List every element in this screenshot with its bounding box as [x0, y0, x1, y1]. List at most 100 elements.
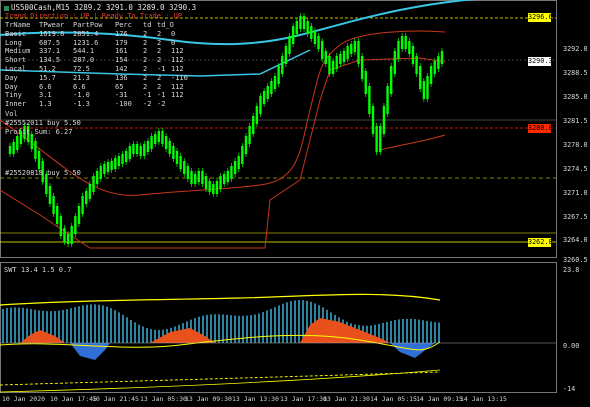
stats-cell: 2	[157, 82, 162, 91]
price-tag-high: 3296.6	[528, 13, 553, 22]
candle-body	[252, 116, 255, 134]
candle-body	[34, 141, 37, 159]
candle-body	[328, 56, 331, 74]
stats-header: Perc	[115, 21, 132, 29]
stats-cell: 134.5	[39, 56, 61, 65]
candle-body	[157, 131, 161, 142]
candle-body	[190, 171, 193, 184]
stats-row: Day 15.7 21.3 136 2 2 -110	[5, 74, 191, 83]
stats-header-row: TrName TPwear PartPow Perc td td_O	[5, 21, 191, 30]
candle-body	[353, 41, 357, 52]
time-axis-tick: 14 Jan 13:15	[460, 395, 507, 403]
order-label-1[interactable]: #25552011 buy 5.50	[5, 119, 81, 128]
candle-body	[324, 51, 328, 64]
candle-body	[48, 186, 52, 204]
candle-body	[310, 26, 313, 39]
candle-body	[248, 126, 251, 144]
time-axis-tick: 13 Jan 09:30	[185, 395, 232, 403]
candle-body	[364, 71, 367, 94]
candle-body	[368, 86, 371, 114]
profit-sum-label: Profit_Sum: 6.27	[5, 128, 73, 136]
price-axis-tick: 3267.5	[563, 213, 588, 221]
stats-cell: Inner	[5, 100, 27, 109]
time-axis-tick: 13 Jan 21:30	[323, 395, 370, 403]
price-axis-tick: 3274.5	[563, 165, 588, 173]
indicator-dashed-line	[0, 371, 441, 386]
stats-row: Local 51.2 72.5 142 2 -1 112	[5, 65, 191, 74]
candle-body	[237, 156, 240, 169]
stats-cell: 2	[157, 47, 162, 56]
time-axis-tick: 10 Jan 17:45	[50, 395, 97, 403]
candle-body	[121, 154, 124, 164]
candle-body	[259, 96, 262, 114]
candle-body	[288, 36, 291, 54]
indicator-yellow-line	[0, 293, 441, 306]
stats-row: Medium 337.1 544.1 161 2 2 112	[5, 47, 191, 56]
stats-cell: -31	[115, 91, 128, 100]
stats-row: Basic 1619.8 2851.4 176 2 2 0	[5, 30, 191, 39]
stats-cell: Local	[5, 64, 27, 73]
candle-body	[277, 66, 280, 84]
indicator-title: SWT 13.4 1.5 0.7	[4, 266, 72, 274]
stats-cell: -2	[157, 100, 166, 109]
candle-body	[379, 126, 382, 152]
candle-body	[339, 54, 342, 64]
stats-row: Long 687.5 1231.6 179 2 2 0	[5, 39, 191, 48]
stats-table: TrName TPwear PartPow Perc td td_O Basic…	[5, 21, 191, 109]
stats-cell: 142	[115, 64, 128, 73]
price-tag-red: 3280.0	[528, 124, 553, 133]
candle-body	[346, 46, 349, 59]
stats-cell: 2	[157, 38, 162, 47]
price-axis-tick: 3285.0	[563, 93, 588, 101]
time-axis-tick: 13 Jan 13:30	[232, 395, 279, 403]
candle-body	[281, 56, 284, 74]
candle-body	[335, 56, 338, 69]
candle-body	[321, 41, 324, 59]
candle-body	[179, 156, 182, 169]
candle-body	[226, 171, 230, 182]
stats-cell: Short	[5, 56, 27, 65]
candle-body	[331, 61, 335, 74]
stats-cell: 2	[143, 56, 148, 65]
candle-body	[85, 191, 88, 204]
stats-cell: 1619.8	[39, 29, 65, 38]
stats-header: TrName	[5, 21, 31, 29]
candle-body	[132, 144, 135, 154]
symbol-line: US500Cash,M15 3289.2 3291.0 3289.0 3290.…	[11, 3, 197, 12]
stats-cell: 21.3	[73, 73, 90, 82]
candle-body	[63, 228, 66, 242]
candle-body	[117, 156, 121, 166]
stats-cell: 2	[157, 73, 162, 82]
candle-body	[172, 146, 175, 159]
candle-body	[55, 206, 59, 224]
stats-cell: 2	[157, 29, 162, 38]
candle-body	[183, 161, 186, 174]
stats-cell: 112	[171, 56, 184, 65]
candle-body	[81, 196, 84, 214]
candle-body	[291, 26, 295, 44]
candle-body	[215, 181, 219, 194]
stats-cell: 337.1	[39, 47, 61, 56]
stats-cell: -1	[157, 91, 166, 100]
candle-body	[77, 206, 81, 224]
candle-body	[266, 86, 269, 99]
stats-header: PartPow	[73, 21, 103, 29]
stats-cell: 6.6	[73, 82, 86, 91]
candle-body	[95, 171, 99, 184]
stats-cell: 544.1	[73, 47, 95, 56]
stats-cell: 72.5	[73, 64, 90, 73]
candle-body	[419, 66, 422, 89]
candle-body	[135, 144, 139, 154]
stats-cell: 2	[157, 56, 162, 65]
price-tag-low: 3262.8	[528, 238, 553, 247]
candle-body	[16, 136, 19, 150]
candle-body	[12, 142, 15, 154]
stats-header: td	[143, 21, 152, 29]
stats-cell	[171, 100, 191, 109]
candle-body	[219, 176, 222, 189]
candle-body	[273, 76, 277, 89]
stats-header: TPwear	[39, 21, 65, 29]
time-axis-tick: 13 Jan 05:30	[140, 395, 187, 403]
order-label-2[interactable]: #25520818 buy 5.50	[5, 169, 81, 178]
candle-body	[139, 146, 142, 156]
